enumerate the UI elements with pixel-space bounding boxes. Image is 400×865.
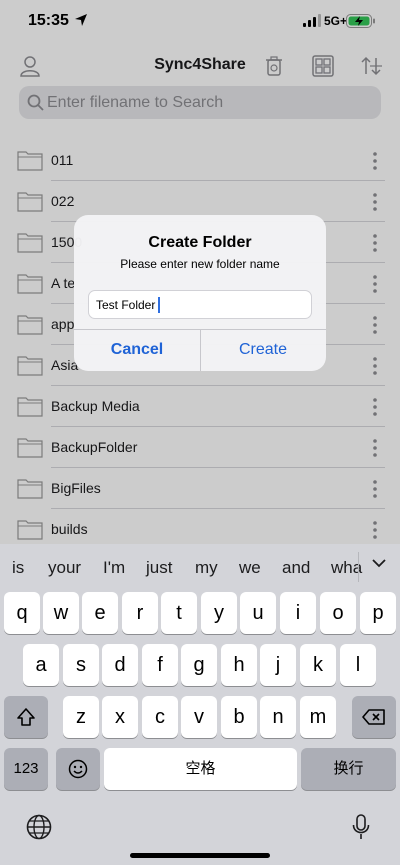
key-y[interactable]: y bbox=[201, 592, 237, 634]
create-button[interactable]: Create bbox=[200, 329, 326, 371]
dialog-title: Create Folder bbox=[148, 234, 252, 251]
keyboard: is your I'm just my we and wha q w e r t… bbox=[0, 544, 400, 865]
key-x[interactable]: x bbox=[102, 696, 138, 738]
prediction-divider bbox=[358, 552, 359, 582]
key-o[interactable]: o bbox=[320, 592, 356, 634]
prediction-word[interactable]: and bbox=[282, 558, 310, 578]
prediction-word[interactable]: my bbox=[195, 558, 218, 578]
key-g[interactable]: g bbox=[181, 644, 217, 686]
shift-key[interactable] bbox=[4, 696, 48, 738]
text-cursor bbox=[158, 297, 160, 313]
key-p[interactable]: p bbox=[360, 592, 396, 634]
cancel-button[interactable]: Cancel bbox=[74, 329, 200, 371]
key-u[interactable]: u bbox=[240, 592, 276, 634]
key-n[interactable]: n bbox=[260, 696, 296, 738]
microphone-icon[interactable] bbox=[352, 814, 370, 840]
chevron-down-icon[interactable] bbox=[372, 556, 386, 570]
prediction-word[interactable]: we bbox=[239, 558, 261, 578]
prediction-word[interactable]: I'm bbox=[103, 558, 125, 578]
key-f[interactable]: f bbox=[142, 644, 178, 686]
key-a[interactable]: a bbox=[23, 644, 59, 686]
prediction-word[interactable]: just bbox=[146, 558, 172, 578]
key-b[interactable]: b bbox=[221, 696, 257, 738]
dialog-message: Please enter new folder name bbox=[120, 257, 280, 271]
shift-icon bbox=[17, 708, 35, 726]
create-folder-dialog: Create Folder Please enter new folder na… bbox=[74, 215, 326, 371]
prediction-word[interactable]: is bbox=[12, 558, 24, 578]
key-r[interactable]: r bbox=[122, 592, 158, 634]
key-j[interactable]: j bbox=[260, 644, 296, 686]
prediction-word[interactable]: your bbox=[48, 558, 81, 578]
key-z[interactable]: z bbox=[63, 696, 99, 738]
key-t[interactable]: t bbox=[161, 592, 197, 634]
key-d[interactable]: d bbox=[102, 644, 138, 686]
key-i[interactable]: i bbox=[280, 592, 316, 634]
folder-name-input[interactable]: Test Folder bbox=[88, 290, 312, 319]
predictive-bar: is your I'm just my we and wha bbox=[0, 544, 400, 588]
key-e[interactable]: e bbox=[82, 592, 118, 634]
emoji-icon bbox=[68, 759, 88, 779]
backspace-icon bbox=[362, 709, 385, 725]
return-key[interactable]: 换行 bbox=[301, 748, 396, 790]
key-w[interactable]: w bbox=[43, 592, 79, 634]
home-indicator bbox=[130, 853, 270, 858]
emoji-key[interactable] bbox=[56, 748, 100, 790]
delete-key[interactable] bbox=[352, 696, 396, 738]
key-k[interactable]: k bbox=[300, 644, 336, 686]
key-l[interactable]: l bbox=[340, 644, 376, 686]
key-v[interactable]: v bbox=[181, 696, 217, 738]
space-key[interactable]: 空格 bbox=[104, 748, 297, 790]
key-q[interactable]: q bbox=[4, 592, 40, 634]
key-c[interactable]: c bbox=[142, 696, 178, 738]
key-h[interactable]: h bbox=[221, 644, 257, 686]
numbers-key[interactable]: 123 bbox=[4, 748, 48, 790]
key-m[interactable]: m bbox=[300, 696, 336, 738]
folder-name-value: Test Folder bbox=[96, 298, 156, 312]
key-s[interactable]: s bbox=[63, 644, 99, 686]
globe-icon[interactable] bbox=[26, 814, 52, 840]
